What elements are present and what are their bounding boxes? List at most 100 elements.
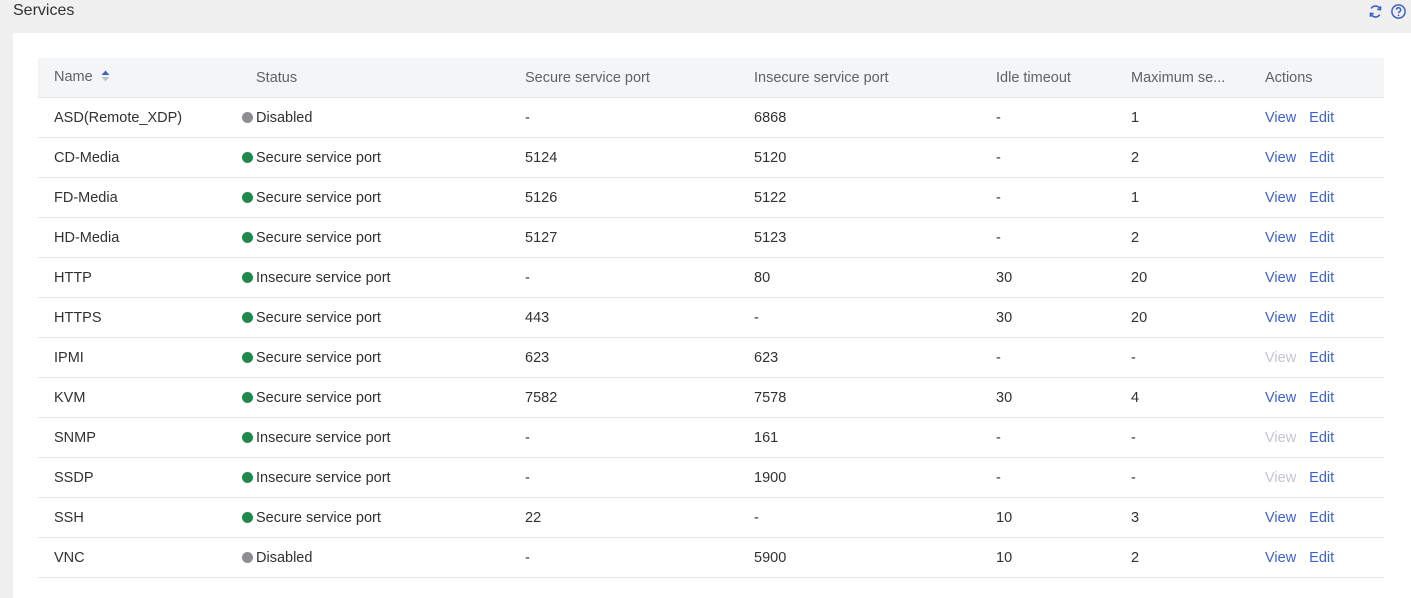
insecure-port: -	[738, 297, 980, 338]
service-name: SSH	[38, 497, 240, 538]
service-name: IPMI	[38, 337, 240, 378]
service-status: Secure service port	[240, 497, 509, 538]
table-row: IPMI Secure service port 623 623- - View Edit	[38, 337, 1384, 378]
row-actions: View Edit	[1249, 97, 1384, 138]
row-actions: View Edit	[1249, 177, 1384, 218]
service-name: HD-Media	[38, 217, 240, 258]
status-dot-icon	[242, 471, 253, 483]
status-label: Secure service port	[256, 149, 381, 166]
secure-port: 5126	[509, 177, 738, 218]
view-link[interactable]: View	[1265, 510, 1296, 526]
view-link: View	[1265, 349, 1297, 366]
insecure-port: -	[738, 497, 980, 538]
refresh-icon[interactable]	[1367, 3, 1384, 20]
status-dot-icon	[242, 511, 253, 523]
idle-timeout: 30	[980, 377, 1115, 418]
view-link[interactable]: View	[1265, 270, 1296, 286]
status-label: Insecure service port	[256, 469, 391, 486]
row-actions: View Edit	[1249, 497, 1384, 538]
secure-port: 5127	[509, 217, 738, 258]
edit-link[interactable]: Edit	[1309, 430, 1334, 446]
status-dot-icon	[242, 351, 253, 363]
service-status: Insecure service port	[240, 417, 509, 458]
status-dot-icon	[242, 271, 253, 283]
service-status: Insecure service port	[240, 457, 509, 498]
max-sessions: 4	[1115, 377, 1249, 418]
service-status: Insecure service port	[240, 257, 509, 298]
help-icon[interactable]	[1390, 3, 1407, 20]
status-label: Secure service port	[256, 509, 381, 526]
edit-link[interactable]: Edit	[1309, 390, 1334, 406]
status-dot-icon	[242, 231, 253, 243]
idle-timeout: -	[980, 97, 1115, 138]
column-header-max-sessions: Maximum se...	[1115, 58, 1249, 98]
secure-port: -	[509, 257, 738, 298]
edit-link[interactable]: Edit	[1309, 110, 1334, 126]
service-name: KVM	[38, 377, 240, 418]
max-sessions: 20	[1115, 257, 1249, 298]
service-name: SSDP	[38, 457, 240, 498]
table-row: SSH Secure service port 22-10 3 View Edit	[38, 497, 1384, 538]
edit-link[interactable]: Edit	[1309, 230, 1334, 246]
status-label: Secure service port	[256, 189, 381, 206]
max-sessions: -	[1115, 337, 1249, 378]
idle-timeout: -	[980, 417, 1115, 458]
secure-port: 7582	[509, 377, 738, 418]
row-actions: View Edit	[1249, 417, 1384, 458]
max-sessions: 2	[1115, 537, 1249, 578]
secure-port: -	[509, 457, 738, 498]
table-row: HTTPS Secure service port 443-30 20 View Edit	[38, 297, 1384, 338]
max-sessions: 2	[1115, 217, 1249, 258]
edit-link[interactable]: Edit	[1309, 470, 1334, 486]
idle-timeout: -	[980, 457, 1115, 498]
max-sessions: 1	[1115, 177, 1249, 218]
edit-link[interactable]: Edit	[1309, 510, 1334, 526]
status-label: Secure service port	[256, 349, 381, 366]
insecure-port: 6868	[738, 97, 980, 138]
service-status: Disabled	[240, 537, 509, 578]
row-actions: View Edit	[1249, 377, 1384, 418]
max-sessions: 1	[1115, 97, 1249, 138]
view-link[interactable]: View	[1265, 110, 1296, 126]
view-link[interactable]: View	[1265, 190, 1296, 206]
table-row: HD-Media Secure service port 5127 5123-2 Vie…	[38, 217, 1384, 258]
table-header-row: Name Status Secure service port Insecure…	[38, 58, 1384, 98]
services-panel: Name Status Secure service port Insecure…	[13, 33, 1411, 598]
idle-timeout: -	[980, 177, 1115, 218]
row-actions: View Edit	[1249, 297, 1384, 338]
view-link: View	[1265, 429, 1297, 446]
column-header-name[interactable]: Name	[38, 58, 240, 98]
row-actions: View Edit	[1249, 137, 1384, 178]
edit-link[interactable]: Edit	[1309, 150, 1334, 166]
view-link[interactable]: View	[1265, 390, 1296, 406]
table-row: ASD(Remote_XDP) Disabled -6868-1 View Edit	[38, 97, 1384, 138]
edit-link[interactable]: Edit	[1309, 190, 1334, 206]
edit-link[interactable]: Edit	[1309, 350, 1334, 366]
edit-link[interactable]: Edit	[1309, 270, 1334, 286]
column-header-insecure-port: Insecure service port	[738, 58, 980, 98]
edit-link[interactable]: Edit	[1309, 550, 1334, 566]
status-label: Disabled	[256, 109, 313, 126]
status-dot-icon	[242, 391, 253, 403]
status-label: Disabled	[256, 549, 313, 566]
status-dot-icon	[242, 311, 253, 323]
row-actions: View Edit	[1249, 457, 1384, 498]
view-link[interactable]: View	[1265, 230, 1296, 246]
sort-ascending-icon[interactable]	[101, 70, 110, 86]
idle-timeout: 10	[980, 537, 1115, 578]
service-name: ASD(Remote_XDP)	[38, 97, 240, 138]
status-label: Insecure service port	[256, 269, 391, 286]
max-sessions: -	[1115, 457, 1249, 498]
service-name: SNMP	[38, 417, 240, 458]
insecure-port: 161	[738, 417, 980, 458]
view-link[interactable]: View	[1265, 310, 1296, 326]
max-sessions: 2	[1115, 137, 1249, 178]
view-link[interactable]: View	[1265, 550, 1296, 566]
service-status: Secure service port	[240, 177, 509, 218]
view-link[interactable]: View	[1265, 150, 1296, 166]
service-name: CD-Media	[38, 137, 240, 178]
idle-timeout: -	[980, 217, 1115, 258]
view-link: View	[1265, 469, 1297, 486]
secure-port: -	[509, 537, 738, 578]
edit-link[interactable]: Edit	[1309, 310, 1334, 326]
